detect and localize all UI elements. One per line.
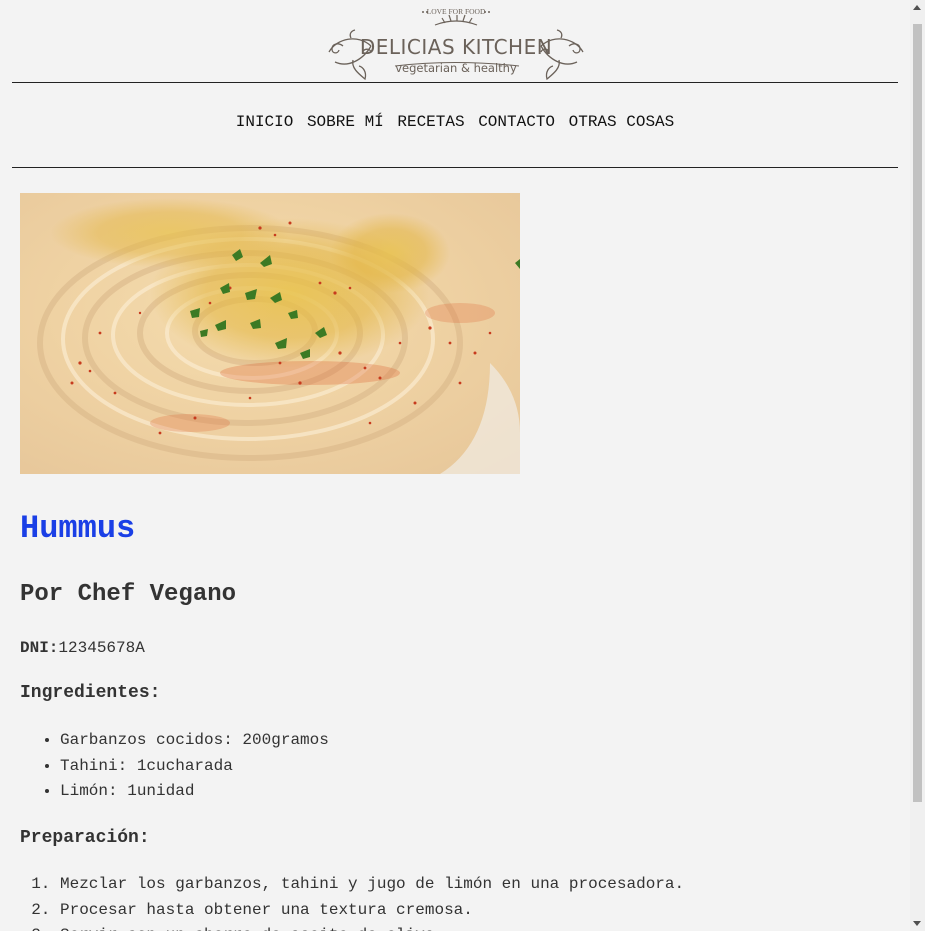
nav-item-inicio[interactable]: INICIO	[236, 113, 294, 131]
scrollbar-thumb[interactable]	[913, 24, 922, 802]
dni-line: DNI:12345678A	[20, 638, 145, 658]
recipe-image	[20, 193, 520, 474]
logo-tagline-top: LOVE FOR FOOD	[427, 7, 486, 16]
dni-value: 12345678A	[58, 639, 145, 657]
wheat-icon	[434, 14, 478, 26]
site-logo[interactable]: LOVE FOR FOOD DELICIAS KITCHEN vegetaria…	[323, 4, 589, 82]
recipe-title: Hummus	[20, 510, 136, 547]
preparation-steps: Mezclar los garbanzos, tahini y jugo de …	[20, 872, 684, 931]
nav-item-otras-cosas[interactable]: OTRAS COSAS	[569, 113, 675, 131]
logo-tagline-bottom: vegetarian & healthy	[395, 61, 517, 75]
dni-label: DNI:	[20, 639, 59, 657]
list-item: Tahini: 1cucharada	[60, 754, 329, 780]
preparation-heading: Preparación:	[20, 828, 150, 848]
list-item: Servir con un chorro de aceite de oliva.	[60, 923, 684, 931]
list-item: Mezclar los garbanzos, tahini y jugo de …	[60, 872, 684, 898]
recipe-author: Por Chef Vegano	[20, 581, 237, 608]
list-item: Garbanzos cocidos: 200gramos	[60, 728, 329, 754]
hummus-photo	[20, 193, 520, 474]
main-nav: INICIO SOBRE MÍ RECETAS CONTACTO OTRAS C…	[12, 113, 898, 131]
scroll-up-arrow-icon[interactable]	[913, 5, 921, 10]
vertical-scrollbar[interactable]	[910, 0, 925, 931]
list-item: Limón: 1unidad	[60, 779, 329, 805]
header-divider-top	[12, 82, 898, 83]
nav-item-contacto[interactable]: CONTACTO	[478, 113, 555, 131]
logo-brand: DELICIAS KITCHEN	[360, 35, 552, 59]
logo-graphic: LOVE FOR FOOD DELICIAS KITCHEN vegetaria…	[328, 7, 584, 81]
ingredients-list: Garbanzos cocidos: 200gramos Tahini: 1cu…	[20, 728, 329, 805]
page: LOVE FOR FOOD DELICIAS KITCHEN vegetaria…	[0, 0, 910, 931]
nav-item-sobre-mi[interactable]: SOBRE MÍ	[307, 113, 384, 131]
header-divider-bottom	[12, 167, 898, 168]
ingredients-heading: Ingredientes:	[20, 683, 161, 703]
nav-item-recetas[interactable]: RECETAS	[397, 113, 464, 131]
scroll-down-arrow-icon[interactable]	[913, 921, 921, 926]
list-item: Procesar hasta obtener una textura cremo…	[60, 898, 684, 924]
